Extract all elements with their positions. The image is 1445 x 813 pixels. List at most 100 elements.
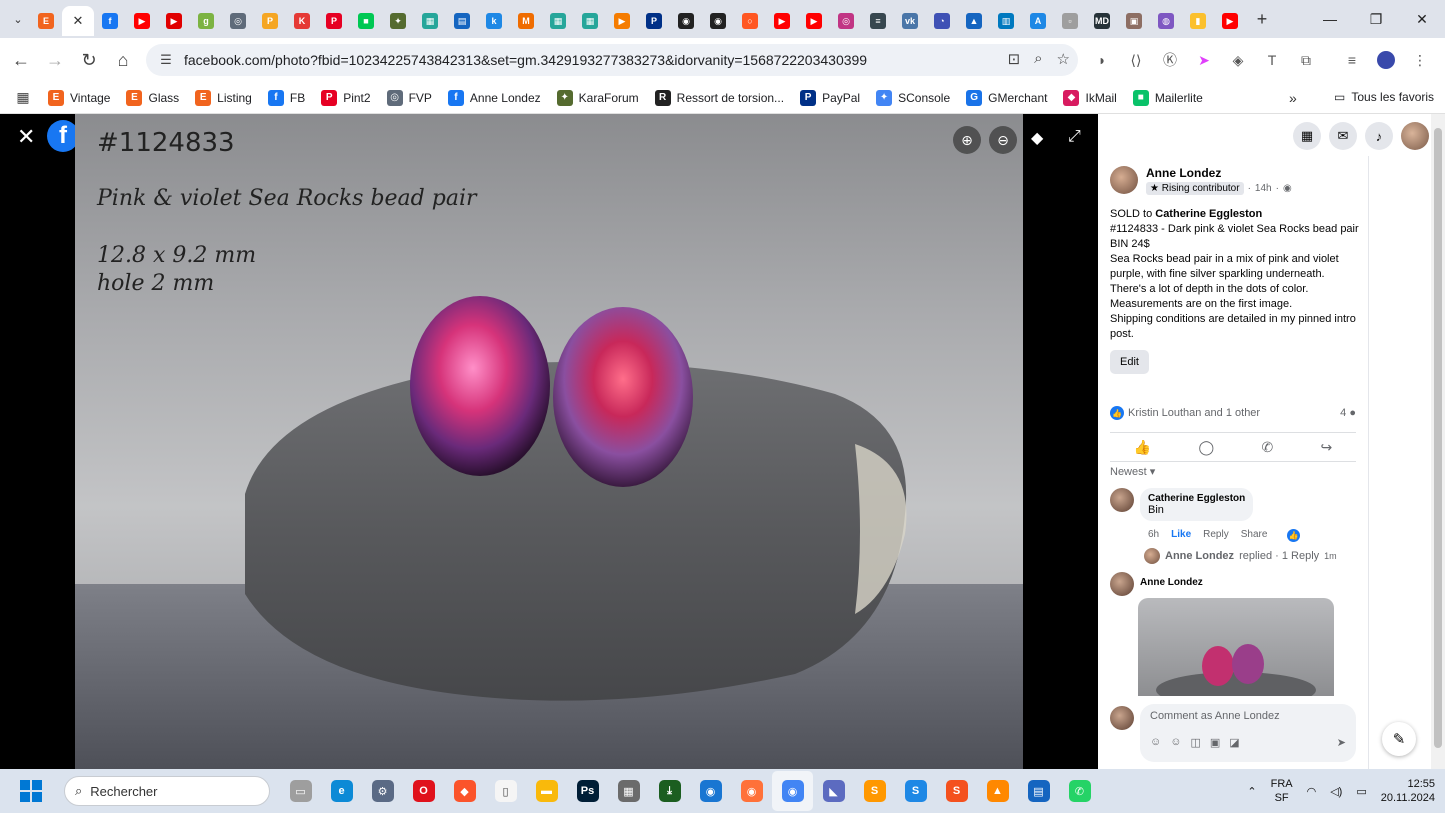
volume-icon[interactable]: ◁) — [1330, 785, 1342, 798]
browser-tab[interactable]: ≡ — [862, 6, 894, 36]
zoom-in-icon[interactable]: ⊕ — [953, 126, 981, 154]
all-bookmarks-button[interactable]: ▭ Tous les favoris — [1334, 90, 1434, 104]
browser-tab[interactable]: P — [318, 6, 350, 36]
taskbar-search[interactable]: ⌕ Rechercher — [64, 776, 270, 806]
browser-tab[interactable]: ✦ — [382, 6, 414, 36]
close-viewer-icon[interactable]: ✕ — [17, 124, 35, 150]
emoji-icon[interactable]: ☺ — [1170, 736, 1181, 749]
browser-tab[interactable]: ■ — [350, 6, 382, 36]
browser-tab[interactable]: P — [638, 6, 670, 36]
comment-sort[interactable]: Newest ▾ — [1110, 465, 1155, 478]
taskbar-app[interactable]: ▭ — [280, 771, 321, 811]
browser-tab[interactable]: ▶ — [766, 6, 798, 36]
notifications-icon[interactable]: ♪ — [1365, 122, 1393, 150]
wifi-icon[interactable]: ◠ — [1307, 785, 1317, 798]
taskbar-app[interactable]: ▦ — [608, 771, 649, 811]
taskbar-app[interactable]: ◆ — [444, 771, 485, 811]
messenger-icon[interactable]: ✉ — [1329, 122, 1357, 150]
browser-tab[interactable]: ▥ — [990, 6, 1022, 36]
comment-reply-button[interactable]: Reply — [1203, 529, 1229, 542]
show-hidden-icons-icon[interactable]: ⌃ — [1247, 785, 1256, 798]
comment-like-button[interactable]: Like — [1171, 529, 1191, 542]
browser-tab[interactable]: ◍ — [1150, 6, 1182, 36]
windows-start-icon[interactable] — [20, 780, 42, 802]
browser-tab[interactable]: f — [94, 6, 126, 36]
browser-tab[interactable]: ○ — [734, 6, 766, 36]
comment-image[interactable] — [1138, 598, 1334, 696]
browser-tab[interactable]: vk — [894, 6, 926, 36]
browser-tab[interactable]: ▶ — [1214, 6, 1246, 36]
browser-tab[interactable]: ▶ — [606, 6, 638, 36]
taskbar-app[interactable]: ◣ — [813, 771, 854, 811]
comment-button-icon[interactable]: ◯ — [1198, 439, 1214, 456]
clock[interactable]: 12:55 20.11.2024 — [1381, 777, 1435, 805]
back-icon[interactable]: ← — [4, 43, 38, 77]
bookmark-item[interactable]: ◆ IkMail — [1063, 89, 1117, 106]
close-window-button[interactable]: ✕ — [1399, 0, 1445, 38]
minimize-button[interactable]: — — [1307, 0, 1353, 38]
post-time[interactable]: 14h — [1255, 183, 1272, 194]
taskbar-app[interactable]: ▲ — [977, 771, 1018, 811]
browser-tab[interactable]: ▲ — [958, 6, 990, 36]
taskbar-app[interactable]: S — [936, 771, 977, 811]
reactions-summary[interactable]: Kristin Louthan and 1 other — [1128, 407, 1260, 419]
browser-tab[interactable]: ▮ — [1182, 6, 1214, 36]
bookmark-item[interactable]: f Anne Londez — [447, 89, 541, 106]
tab-search-button[interactable]: ⌄ — [6, 7, 30, 31]
browser-tab[interactable]: ◎ — [830, 6, 862, 36]
zoom-icon[interactable]: ⌕ — [1034, 50, 1042, 68]
bookmark-item[interactable]: G GMerchant — [966, 89, 1047, 106]
commenter-name[interactable]: Catherine Eggleston — [1148, 493, 1245, 504]
sold-to-link[interactable]: Catherine Eggleston — [1155, 208, 1262, 220]
taskbar-app[interactable]: ◉ — [772, 771, 813, 811]
browser-tab[interactable]: g — [190, 6, 222, 36]
apps-grid-icon[interactable]: ▦ — [6, 81, 40, 115]
edit-button[interactable]: Edit — [1110, 350, 1149, 374]
bookmark-item[interactable]: P Pint2 — [321, 89, 371, 106]
new-message-icon[interactable]: ✎ — [1382, 722, 1416, 756]
browser-tab[interactable]: K — [286, 6, 318, 36]
menu-grid-icon[interactable]: ▦ — [1293, 122, 1321, 150]
site-info-icon[interactable]: ☰ — [152, 52, 180, 68]
bookmarks-overflow-button[interactable]: » — [1289, 90, 1297, 106]
sticker-icon[interactable]: ◪ — [1229, 736, 1239, 749]
taskbar-app[interactable]: ⚙ — [362, 771, 403, 811]
commenter-avatar[interactable] — [1110, 488, 1134, 512]
taskbar-app[interactable]: Ps — [567, 771, 608, 811]
account-avatar[interactable] — [1401, 122, 1429, 150]
taskbar-app[interactable]: e — [321, 771, 362, 811]
battery-icon[interactable]: ▭ — [1356, 785, 1366, 798]
camera-icon[interactable]: ◫ — [1190, 736, 1200, 749]
reload-icon[interactable]: ↻ — [72, 43, 106, 77]
fullscreen-icon[interactable]: ⤢ — [1068, 128, 1081, 146]
extensions-puzzle-icon[interactable]: ⧉ — [1294, 46, 1318, 74]
taskbar-app[interactable]: S — [854, 771, 895, 811]
author-avatar[interactable] — [1110, 166, 1138, 194]
taskbar-app[interactable]: ⤓ — [649, 771, 690, 811]
browser-tab[interactable]: ▦ — [542, 6, 574, 36]
gif-icon[interactable]: ▣ — [1210, 736, 1220, 749]
install-app-icon[interactable]: ⊡ — [1008, 50, 1021, 68]
commenter-avatar[interactable] — [1110, 572, 1134, 596]
bookmark-item[interactable]: ✦ SConsole — [876, 89, 950, 106]
comment-time[interactable]: 6h — [1148, 529, 1159, 542]
zoom-out-icon[interactable]: ⊖ — [989, 126, 1017, 154]
bookmark-item[interactable]: f FB — [267, 89, 305, 106]
browser-tab[interactable]: ◎ — [222, 6, 254, 36]
send-icon[interactable]: ➤ — [1337, 736, 1346, 749]
bookmark-item[interactable]: ■ Mailerlite — [1132, 89, 1203, 106]
bookmark-item[interactable]: ✦ KaraForum — [556, 89, 639, 106]
arrow-extension-icon[interactable]: ➤ — [1192, 46, 1216, 74]
browser-tab[interactable]: MD — [1086, 6, 1118, 36]
taskbar-app[interactable]: S — [895, 771, 936, 811]
k-extension-icon[interactable]: Ⓚ — [1158, 46, 1182, 74]
contributor-badge[interactable]: ★ Rising contributor — [1146, 182, 1244, 195]
taskbar-app[interactable]: ◉ — [690, 771, 731, 811]
whatsapp-share-icon[interactable]: ✆ — [1261, 439, 1273, 456]
taskbar-app[interactable]: ◉ — [731, 771, 772, 811]
browser-tab[interactable]: ▦ — [574, 6, 606, 36]
like-button-icon[interactable]: 👍 — [1134, 439, 1151, 456]
taskbar-app[interactable]: ▯ — [485, 771, 526, 811]
reply-summary[interactable]: Anne Londez replied · 1 Reply 1m — [1144, 548, 1337, 564]
browser-tab[interactable]: P — [254, 6, 286, 36]
